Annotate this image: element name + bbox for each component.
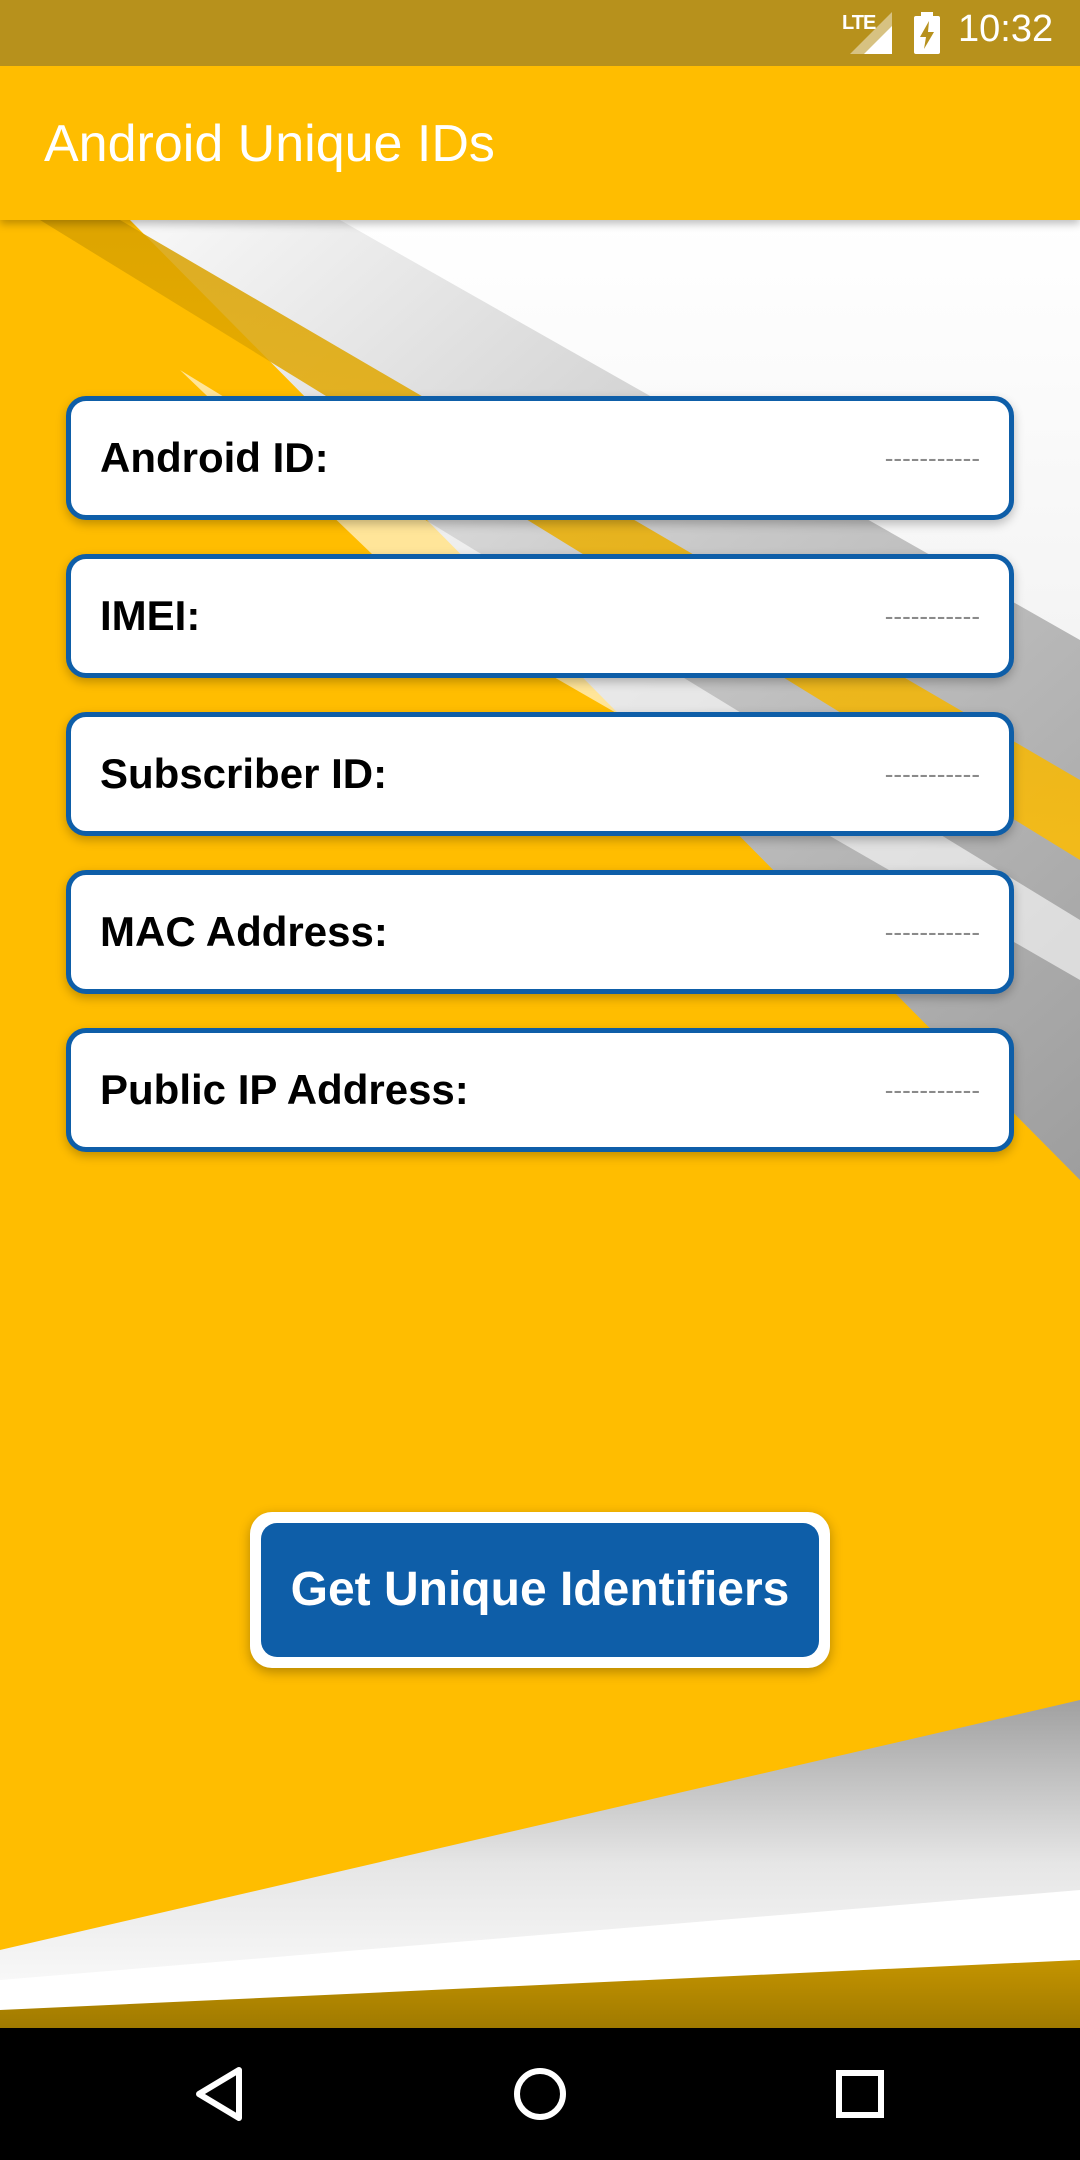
navigation-bar	[0, 2028, 1080, 2160]
app-title: Android Unique IDs	[44, 115, 495, 173]
home-icon[interactable]	[500, 2054, 580, 2134]
mac-address-value: -----------	[884, 917, 980, 947]
app-bar: Android Unique IDs	[0, 66, 1080, 220]
status-bar: LTE 10:32	[0, 0, 1080, 66]
recents-icon[interactable]	[820, 2054, 900, 2134]
android-id-value: -----------	[884, 443, 980, 473]
android-id-field: Android ID: -----------	[66, 396, 1014, 520]
imei-field: IMEI: -----------	[66, 554, 1014, 678]
subscriber-id-field: Subscriber ID: -----------	[66, 712, 1014, 836]
subscriber-id-value: -----------	[884, 759, 980, 789]
get-ids-button-frame: Get Unique Identifiers	[250, 1512, 830, 1668]
app-screen: LTE 10:32 Android Unique IDs Android ID:…	[0, 0, 1080, 2160]
imei-label: IMEI:	[100, 592, 201, 639]
mac-address-label: MAC Address:	[100, 908, 388, 955]
get-unique-identifiers-button[interactable]: Get Unique Identifiers	[261, 1523, 819, 1657]
public-ip-value: -----------	[884, 1075, 980, 1105]
clock: 10:32	[958, 8, 1054, 50]
android-id-label: Android ID:	[100, 434, 329, 481]
imei-value: -----------	[884, 601, 980, 631]
subscriber-id-label: Subscriber ID:	[100, 750, 388, 797]
signal-icon	[850, 12, 892, 54]
battery-charging-icon	[914, 12, 940, 54]
mac-address-field: MAC Address: -----------	[66, 870, 1014, 994]
public-ip-field: Public IP Address: -----------	[66, 1028, 1014, 1152]
back-icon[interactable]	[181, 2054, 261, 2134]
public-ip-label: Public IP Address:	[100, 1066, 469, 1113]
